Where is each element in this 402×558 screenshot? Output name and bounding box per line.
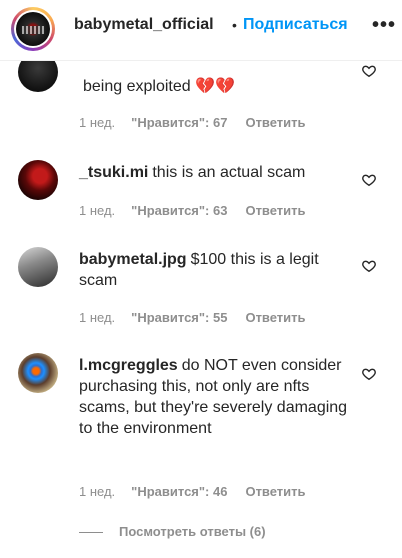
view-replies-label[interactable]: Посмотреть ответы (6): [119, 524, 266, 539]
comment-likes[interactable]: "Нравится": 63: [131, 203, 227, 218]
profile-username[interactable]: babymetal_official: [74, 16, 214, 34]
comment-time[interactable]: 1 нед.: [79, 310, 115, 325]
like-heart-icon[interactable]: [362, 173, 376, 187]
commenter-avatar[interactable]: [18, 353, 58, 393]
comment-meta: 1 нед. "Нравится": 55 Ответить: [79, 310, 306, 325]
comment-meta: 1 нед. "Нравится": 46 Ответить: [79, 484, 306, 499]
replies-divider-line: [79, 532, 103, 534]
comment-author[interactable]: babymetal.jpg: [79, 251, 187, 268]
post-header: babymetal_official • Подписаться •••: [0, 0, 402, 61]
comment-time[interactable]: 1 нед.: [79, 115, 115, 130]
comment-text: l.mcgreggles do NOT even consider purchas…: [79, 355, 354, 439]
comment-body: being exploited 💔💔: [83, 78, 235, 95]
comment-time[interactable]: 1 нед.: [79, 203, 115, 218]
comment-likes[interactable]: "Нравится": 55: [131, 310, 227, 325]
reply-button[interactable]: Ответить: [245, 484, 305, 499]
like-heart-icon[interactable]: [362, 259, 376, 273]
comment-likes[interactable]: "Нравится": 46: [131, 484, 227, 499]
commenter-avatar[interactable]: [18, 247, 58, 287]
comment-time[interactable]: 1 нед.: [79, 484, 115, 499]
commenter-avatar[interactable]: [18, 160, 58, 200]
comment-author[interactable]: _tsuki.mi: [79, 164, 148, 181]
reply-button[interactable]: Ответить: [245, 115, 305, 130]
separator-dot: •: [232, 17, 237, 33]
reply-button[interactable]: Ответить: [245, 203, 305, 218]
comment-text: _tsuki.mi this is an actual scam: [79, 162, 354, 183]
comment-meta: 1 нед. "Нравится": 63 Ответить: [79, 203, 306, 218]
like-heart-icon[interactable]: [362, 64, 376, 78]
comment-text: being exploited 💔💔: [79, 76, 354, 97]
more-options-icon[interactable]: •••: [372, 14, 396, 37]
like-heart-icon[interactable]: [362, 367, 376, 381]
comment-author[interactable]: l.mcgreggles: [79, 357, 178, 374]
follow-button[interactable]: Подписаться: [243, 16, 348, 34]
comment-meta: 1 нед. "Нравится": 67 Ответить: [79, 115, 306, 130]
reply-button[interactable]: Ответить: [245, 310, 305, 325]
comment-text: babymetal.jpg $100 this is a legit scam: [79, 249, 354, 291]
comment-likes[interactable]: "Нравится": 67: [131, 115, 227, 130]
view-replies-toggle[interactable]: Посмотреть ответы (6): [79, 524, 266, 539]
profile-avatar[interactable]: [11, 7, 55, 51]
comment-body: this is an actual scam: [152, 164, 306, 181]
